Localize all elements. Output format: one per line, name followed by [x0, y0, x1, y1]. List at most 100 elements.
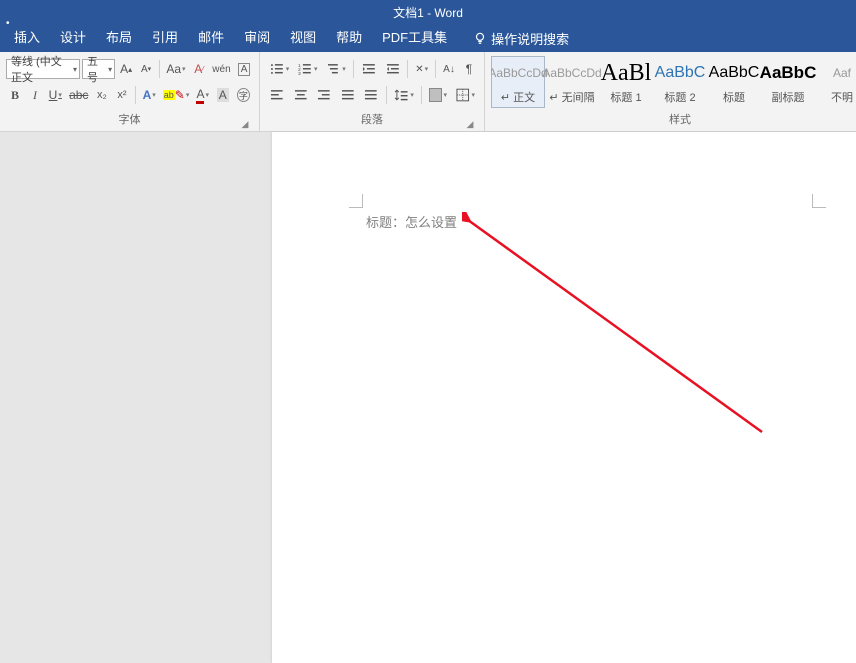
tab-pdf-tools[interactable]: PDF工具集 — [372, 24, 457, 52]
tab-insert[interactable]: 插入 — [4, 24, 50, 52]
title-bar: • 文档1 - Word — [0, 0, 856, 24]
font-dialog-launcher[interactable]: ◢ — [239, 117, 251, 129]
style-preview: AaBbCcDd — [491, 59, 548, 87]
para-dialog-launcher[interactable]: ◢ — [464, 117, 476, 129]
style-name: 不明 — [831, 89, 853, 105]
style-preview: AaBbC — [655, 59, 706, 87]
shade-icon — [429, 88, 443, 102]
align-justify-button[interactable] — [337, 85, 359, 105]
italic-button[interactable]: I — [26, 85, 44, 105]
group-font: 等线 (中文正文 五号 A▴ A▾ Aa▾ A⁄ wén A B I U▾ ab… — [0, 52, 260, 131]
align-distributed-button[interactable] — [360, 85, 382, 105]
align-center-button[interactable] — [290, 85, 312, 105]
tab-help[interactable]: 帮助 — [326, 24, 372, 52]
bold-button[interactable]: B — [6, 85, 24, 105]
annotation-arrow — [462, 212, 782, 452]
decrease-indent-button[interactable] — [358, 59, 380, 79]
ribbon-tabs: 插入 设计 布局 引用 邮件 审阅 视图 帮助 PDF工具集 操作说明搜索 — [0, 24, 856, 52]
style-preview: AaBbC — [709, 59, 760, 87]
style-tile[interactable]: AaBbC 标题 — [707, 56, 761, 108]
document-area: 标题：怎么设置 — [0, 132, 856, 663]
margin-mark-tr — [812, 194, 826, 208]
group-paragraph: ▾ 123▾ ▾ ✕▾ A↓ ¶ ▾ ▾ — [260, 52, 485, 131]
style-tile[interactable]: AaBl 标题 1 — [599, 56, 653, 108]
numbering-button[interactable]: 123▾ — [294, 59, 320, 79]
ribbon: 等线 (中文正文 五号 A▴ A▾ Aa▾ A⁄ wén A B I U▾ ab… — [0, 52, 856, 132]
style-tile[interactable]: AaBbC副标题 — [761, 56, 815, 108]
svg-text:3: 3 — [298, 71, 301, 77]
font-group-label: 字体 ◢ — [6, 113, 253, 131]
borders-icon — [455, 87, 470, 103]
multilevel-icon — [326, 61, 342, 77]
font-family-combo[interactable]: 等线 (中文正文 — [6, 59, 80, 79]
align-justify-icon — [340, 87, 356, 103]
char-shading-button[interactable]: A — [214, 85, 232, 105]
style-name: 标题 — [723, 89, 745, 105]
subscript-button[interactable]: x₂ — [93, 85, 111, 105]
show-marks-button[interactable]: ¶ — [460, 59, 478, 79]
lightbulb-icon — [473, 31, 487, 45]
page-gutter — [0, 132, 272, 663]
style-name: ↵ 正文 — [501, 89, 535, 105]
font-size-combo[interactable]: 五号 — [82, 59, 115, 79]
window-title: 文档1 - Word — [393, 4, 463, 21]
asian-layout-button[interactable]: ✕▾ — [412, 59, 431, 79]
para-group-label: 段落 ◢ — [266, 113, 478, 131]
align-right-button[interactable] — [313, 85, 335, 105]
style-tile[interactable]: AaBbCcDd ↵ 正文 — [491, 56, 545, 108]
multilevel-button[interactable]: ▾ — [323, 59, 349, 79]
font-color-button[interactable]: A▾ — [194, 85, 212, 105]
grow-font-button[interactable]: A▴ — [117, 59, 135, 79]
numbering-icon: 123 — [297, 61, 313, 77]
style-tile[interactable]: Aaf 不明 — [815, 56, 856, 108]
style-preview: Aaf — [833, 59, 851, 87]
clear-format-button[interactable]: A⁄ — [190, 59, 208, 79]
indent-icon — [385, 61, 401, 77]
superscript-button[interactable]: x² — [113, 85, 131, 105]
strikethrough-button[interactable]: abc — [67, 85, 91, 105]
align-center-icon — [293, 87, 309, 103]
group-styles: AaBbCcDd↵ 正文AaBbCcDd↵ 无间隔AaBl标题 1AaBbC标题… — [485, 52, 856, 131]
align-dist-icon — [363, 87, 379, 103]
tab-view[interactable]: 视图 — [280, 24, 326, 52]
align-right-icon — [316, 87, 332, 103]
style-tile[interactable]: AaBbC 标题 2 — [653, 56, 707, 108]
line-spacing-button[interactable]: ▾ — [391, 85, 417, 105]
style-preview: AaBbCcDd — [542, 59, 601, 87]
increase-indent-button[interactable] — [382, 59, 404, 79]
tab-mailings[interactable]: 邮件 — [188, 24, 234, 52]
underline-button[interactable]: U▾ — [46, 85, 65, 105]
tab-layout[interactable]: 布局 — [96, 24, 142, 52]
outdent-icon — [361, 61, 377, 77]
borders-button[interactable]: ▾ — [452, 85, 478, 105]
line-spacing-icon — [394, 87, 409, 103]
change-case-button[interactable]: Aa▾ — [164, 59, 188, 79]
bullets-button[interactable]: ▾ — [266, 59, 292, 79]
align-left-icon — [269, 87, 285, 103]
tab-review[interactable]: 审阅 — [234, 24, 280, 52]
style-preview: AaBl — [601, 59, 652, 87]
shrink-font-button[interactable]: A▾ — [137, 59, 155, 79]
tell-me-search[interactable]: 操作说明搜索 — [465, 29, 577, 48]
style-tile[interactable]: AaBbCcDd ↵ 无间隔 — [545, 56, 599, 108]
margin-mark-tl — [349, 194, 363, 208]
sort-button[interactable]: A↓ — [440, 59, 458, 79]
highlight-button[interactable]: ab✎▾ — [160, 85, 191, 105]
shading-button[interactable]: ▾ — [426, 85, 450, 105]
bullets-icon — [269, 61, 285, 77]
text-effects-button[interactable]: A▾ — [140, 85, 159, 105]
tab-design[interactable]: 设计 — [50, 24, 96, 52]
style-name: 标题 2 — [664, 89, 695, 105]
styles-gallery[interactable]: AaBbCcDd↵ 正文AaBbCcDd↵ 无间隔AaBl标题 1AaBbC标题… — [491, 56, 856, 113]
enclose-char-button[interactable]: 字 — [234, 85, 253, 105]
style-name: ↵ 无间隔 — [549, 89, 594, 105]
align-left-button[interactable] — [266, 85, 288, 105]
style-name: 标题 1 — [610, 89, 641, 105]
tab-references[interactable]: 引用 — [142, 24, 188, 52]
style-preview: AaBbC — [760, 59, 817, 87]
document-page[interactable]: 标题：怎么设置 — [272, 132, 856, 663]
char-border-button[interactable]: A — [235, 59, 253, 79]
autosave-indicator: • — [6, 18, 10, 29]
phonetic-guide-button[interactable]: wén — [210, 59, 233, 79]
document-text[interactable]: 标题：怎么设置 — [366, 212, 457, 231]
